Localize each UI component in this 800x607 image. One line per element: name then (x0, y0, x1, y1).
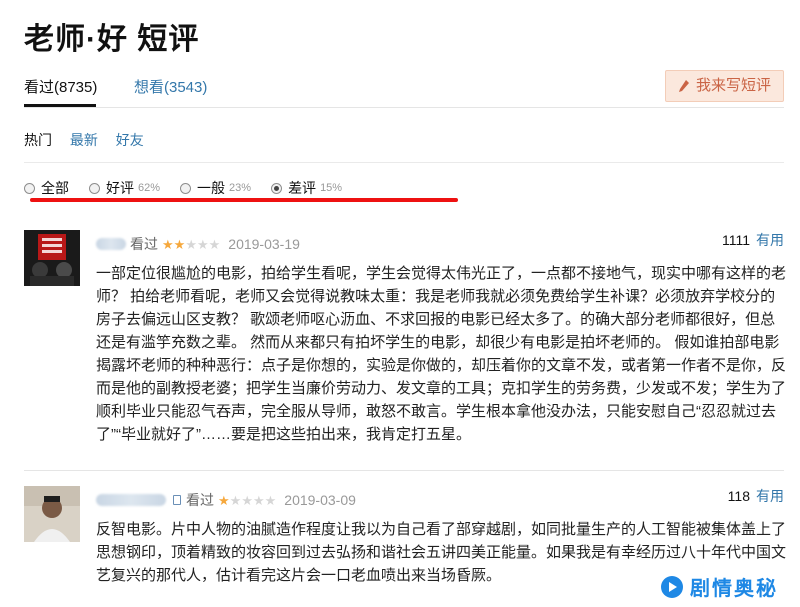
write-review-button[interactable]: 我来写短评 (664, 70, 784, 102)
radio-all[interactable] (24, 182, 35, 194)
filter-all-label: 全部 (41, 180, 69, 196)
filter-bad-pct: 15% (320, 182, 343, 194)
comment-date: 2019-03-09 (284, 492, 356, 508)
avatar[interactable] (24, 230, 80, 286)
radio-bad[interactable] (271, 182, 283, 194)
filter-bad[interactable]: 差评 15% (271, 178, 342, 198)
useful-button[interactable]: 有用 (756, 232, 784, 248)
sort-friends[interactable]: 好友 (116, 132, 144, 148)
filter-all[interactable]: 全部 (24, 178, 69, 198)
avatar-image (24, 486, 80, 542)
watermark-text: 剧情奥秘 (690, 578, 778, 600)
username[interactable] (96, 494, 166, 506)
star-empty-icon: ★ (264, 492, 277, 508)
status-label: 看过 (186, 492, 214, 508)
rating-stars: ★ ★ ★ ★ ★ (218, 494, 276, 507)
rating-filter: 全部 好评 62% 一般 23% 差评 15% (24, 178, 362, 198)
filter-average-label: 一般 (197, 180, 226, 196)
star-filled-icon: ★ (218, 492, 230, 508)
sort-hot[interactable]: 热门 (24, 132, 52, 148)
tab-bar: 看过(8735) 想看(3543) 我来写短评 (24, 70, 784, 112)
play-logo-icon (661, 575, 683, 598)
watermark: 剧情奥秘 (660, 572, 778, 601)
pencil-icon (678, 80, 689, 92)
status-label: 看过 (130, 236, 158, 252)
comment-info: 看过 ★ ★ ★ ★ ★ 2019-03-19 (96, 234, 784, 254)
star-empty-icon: ★ (241, 492, 253, 508)
useful-button[interactable]: 有用 (756, 488, 784, 504)
rating-stars: ★ ★ ★ ★ ★ (162, 238, 220, 251)
star-empty-icon: ★ (229, 492, 242, 508)
filter-average-pct: 23% (229, 182, 252, 194)
vote-count: 1111 (721, 232, 750, 248)
sort-latest[interactable]: 最新 (70, 132, 98, 148)
avatar[interactable] (24, 486, 80, 542)
phone-icon (173, 495, 181, 505)
filter-bad-label: 差评 (288, 180, 317, 196)
avatar-image (24, 230, 80, 286)
star-empty-icon: ★ (196, 236, 209, 252)
comment-info: 看过 ★ ★ ★ ★ ★ 2019-03-09 (96, 490, 784, 510)
vote-area: 118 有用 (728, 486, 784, 506)
filter-good-label: 好评 (106, 180, 134, 196)
highlight-underline (30, 198, 458, 202)
star-empty-icon: ★ (208, 236, 221, 252)
sort-options: 热门 最新 好友 (24, 130, 158, 150)
divider (24, 162, 784, 163)
filter-good[interactable]: 好评 62% (89, 178, 160, 198)
page-title: 老师·好 短评 (24, 23, 200, 56)
vote-area: 1111 有用 (722, 230, 784, 250)
tab-watched[interactable]: 看过(8735) (24, 76, 97, 97)
filter-good-pct: 62% (138, 182, 161, 194)
divider (24, 107, 784, 108)
radio-good[interactable] (89, 182, 100, 194)
star-empty-icon: ★ (252, 492, 265, 508)
radio-average[interactable] (180, 182, 192, 194)
username[interactable] (96, 238, 126, 250)
vote-count: 118 (727, 488, 750, 504)
write-review-label: 我来写短评 (695, 77, 771, 94)
star-filled-icon: ★ (162, 236, 174, 252)
filter-average[interactable]: 一般 23% (180, 178, 251, 198)
tab-want[interactable]: 想看(3543) (134, 76, 207, 97)
comment-date: 2019-03-19 (228, 236, 300, 252)
comment-text: 一部定位很尴尬的电影，拍给学生看呢，学生会觉得太伟光正了，一点都不接地气，现实中… (96, 265, 787, 443)
star-empty-icon: ★ (185, 236, 197, 252)
divider (24, 470, 784, 471)
star-filled-icon: ★ (173, 236, 186, 252)
